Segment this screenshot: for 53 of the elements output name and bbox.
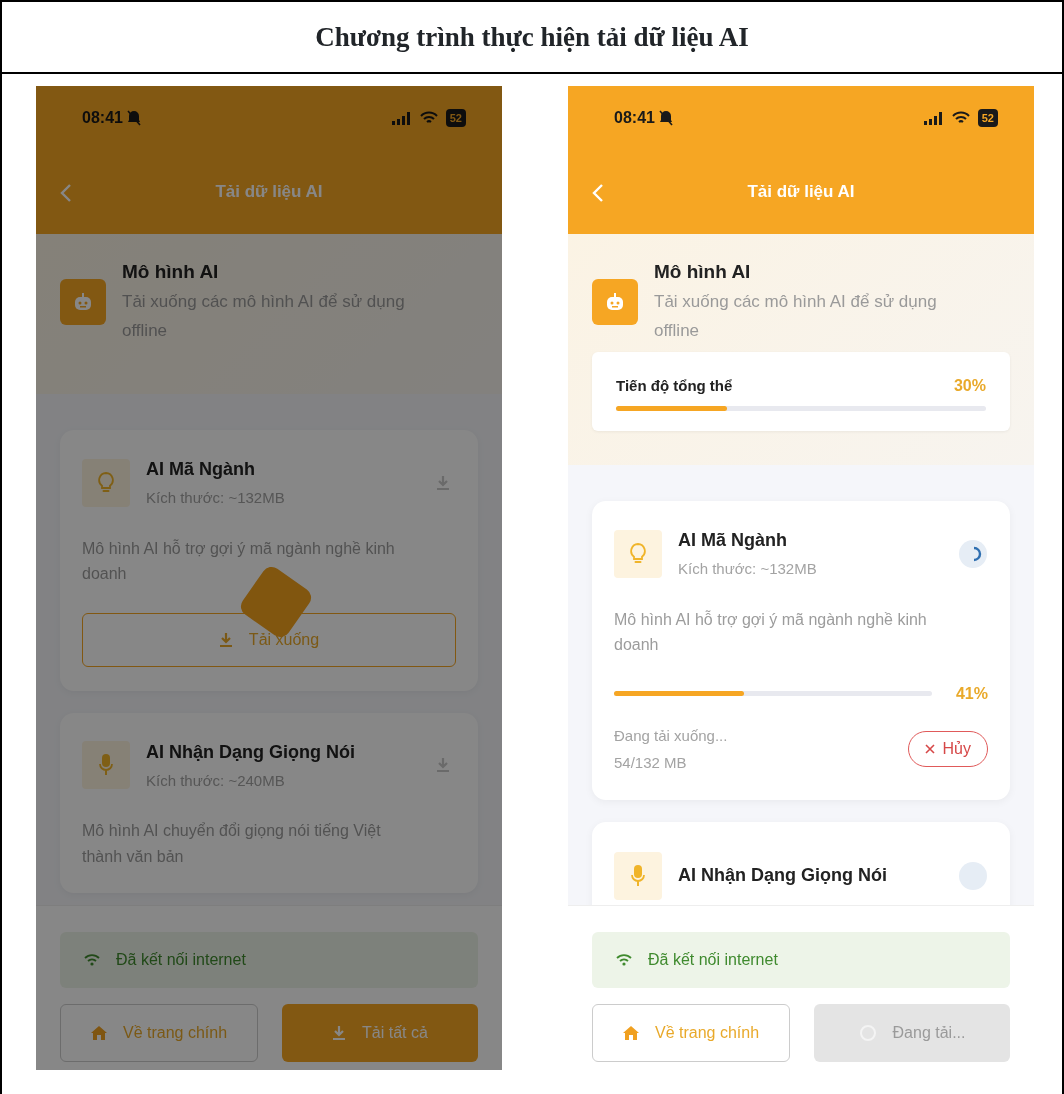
download-button[interactable]: Tải xuống: [82, 612, 456, 667]
download-all-button[interactable]: Tải tất cả: [282, 1004, 478, 1062]
robot-icon: [592, 279, 638, 325]
home-icon: [622, 1026, 639, 1040]
model-name: AI Mã Ngành: [146, 458, 256, 481]
model-name: AI Mã Ngành: [678, 529, 788, 552]
bell-muted-icon: [126, 110, 141, 126]
model-description: Mô hình AI hỗ trợ gợi ý mã ngành nghề kinh doanh: [614, 609, 928, 656]
lightbulb-icon: [98, 471, 114, 494]
chevron-left-icon: [592, 182, 604, 203]
progress-percent: 30%: [953, 376, 986, 396]
signal-icon: [923, 111, 944, 125]
document-title: Chương trình thực hiện tải dữ liệu AI: [315, 20, 749, 54]
screen-title: Tải dữ liệu AI: [747, 182, 855, 202]
lightbulb-icon: [630, 542, 646, 565]
download-icon: [332, 1025, 347, 1041]
battery-indicator: 52: [977, 108, 998, 128]
connection-status: Đã kết nối internet: [648, 950, 778, 970]
status-circle-icon: [958, 860, 988, 891]
cancel-button[interactable]: Hủy: [907, 730, 988, 767]
section-description: Tải xuống các mô hình AI để sử dụng offline: [654, 290, 938, 343]
wifi-icon: [419, 111, 438, 125]
spinner-icon: [958, 538, 988, 569]
progress-label: Tiến độ tổng thể: [616, 375, 733, 396]
download-icon: [436, 474, 450, 491]
download-size: 54/132 MB: [614, 752, 688, 773]
battery-indicator: 52: [445, 108, 466, 128]
home-button[interactable]: Về trang chính: [592, 1004, 790, 1062]
wifi-icon: [616, 954, 632, 966]
bell-muted-icon: [658, 110, 673, 126]
section-title: Mô hình AI: [122, 260, 220, 284]
close-icon: [924, 743, 935, 754]
connection-status: Đã kết nối internet: [116, 950, 246, 970]
microphone-icon: [631, 864, 645, 887]
progress-percent: 41%: [955, 683, 988, 704]
model-name: AI Nhận Dạng Giọng Nói: [678, 864, 888, 888]
signal-icon: [391, 111, 412, 125]
section-title: Mô hình AI: [654, 260, 752, 284]
clock: 08:41: [82, 108, 123, 128]
download-icon: [218, 631, 233, 648]
home-button[interactable]: Về trang chính: [60, 1004, 258, 1062]
wifi-icon: [84, 954, 100, 966]
screen-title: Tải dữ liệu AI: [215, 182, 323, 202]
clock: 08:41: [614, 108, 655, 128]
download-icon: [436, 757, 450, 774]
model-size: Kích thước: ~132MB: [678, 559, 818, 579]
wifi-icon: [951, 111, 970, 125]
model-name: AI Nhận Dạng Giọng Nói: [146, 740, 356, 764]
chevron-left-icon: [60, 182, 72, 203]
microphone-icon: [99, 754, 113, 777]
home-icon: [90, 1026, 107, 1040]
download-status: Đang tải xuống...: [614, 725, 728, 746]
robot-icon: [60, 279, 106, 325]
